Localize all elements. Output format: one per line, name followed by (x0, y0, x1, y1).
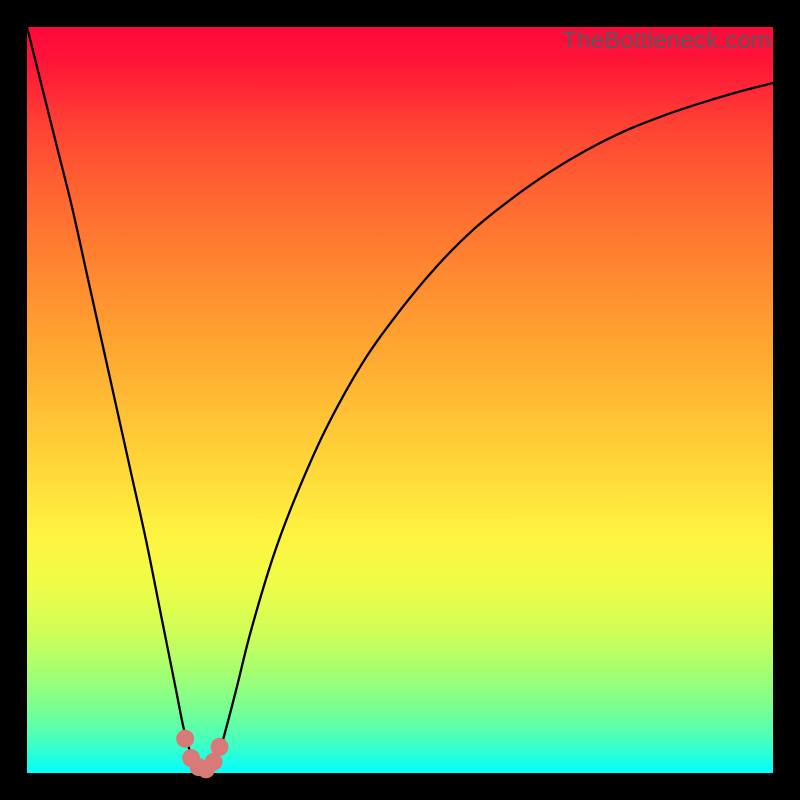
curve-marker (210, 738, 228, 756)
chart-plot-area: TheBottleneck.com (27, 27, 773, 773)
bottleneck-curve (27, 27, 773, 770)
chart-frame: TheBottleneck.com (0, 0, 800, 800)
curve-marker (176, 730, 194, 748)
curve-markers (176, 730, 228, 779)
chart-svg (27, 27, 773, 773)
